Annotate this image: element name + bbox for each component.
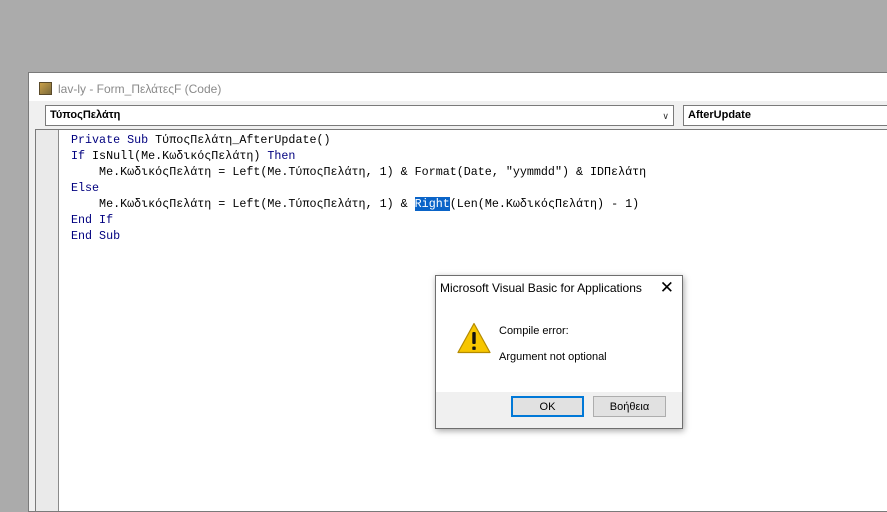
procedure-combo-value: AfterUpdate: [688, 109, 751, 121]
ok-button[interactable]: OK: [511, 396, 584, 417]
code-text[interactable]: Private Sub ΤύποςΠελάτη_AfterUpdate() If…: [71, 132, 646, 244]
compile-error-dialog: Microsoft Visual Basic for Applications …: [435, 275, 683, 429]
selected-text: Right: [414, 197, 450, 211]
margin-indicator-bar[interactable]: [36, 130, 59, 511]
code-line: Me.ΚωδικόςΠελάτη = Left(Me.ΤύποςΠελάτη, …: [71, 197, 415, 211]
code-line: ΤύποςΠελάτη_AfterUpdate(): [148, 133, 331, 147]
code-keyword: Private Sub: [71, 133, 149, 147]
dialog-body: Microsoft Visual Basic for Applications …: [436, 276, 682, 392]
error-heading: Compile error:: [499, 325, 569, 337]
close-icon[interactable]: ✕: [660, 278, 674, 298]
help-button[interactable]: Βοήθεια: [593, 396, 666, 417]
code-keyword: End Sub: [71, 229, 121, 243]
window-title: lav-ly - Form_ΠελάτεςF (Code): [58, 82, 222, 96]
error-message: Argument not optional: [499, 351, 607, 363]
procedure-combo[interactable]: AfterUpdate: [683, 105, 887, 126]
code-line: Me.ΚωδικόςΠελάτη = Left(Me.ΤύποςΠελάτη, …: [71, 165, 647, 179]
vba-project-icon: [39, 82, 52, 95]
code-line: (Len(Me.ΚωδικόςΠελάτη) - 1): [449, 197, 640, 211]
code-window-titlebar: lav-ly - Form_ΠελάτεςF (Code): [29, 73, 887, 101]
code-keyword: Then: [267, 149, 296, 163]
object-combo-value: ΤύποςΠελάτη: [50, 109, 121, 121]
code-keyword: End If: [71, 213, 114, 227]
code-keyword: Else: [71, 181, 100, 195]
object-combo[interactable]: ΤύποςΠελάτη ∨: [45, 105, 674, 126]
warning-icon: [457, 322, 491, 354]
code-keyword: If: [71, 149, 86, 163]
code-line: IsNull(Me.ΚωδικόςΠελάτη): [85, 149, 268, 163]
dialog-title: Microsoft Visual Basic for Applications: [440, 281, 642, 295]
chevron-down-icon[interactable]: ∨: [662, 111, 669, 122]
